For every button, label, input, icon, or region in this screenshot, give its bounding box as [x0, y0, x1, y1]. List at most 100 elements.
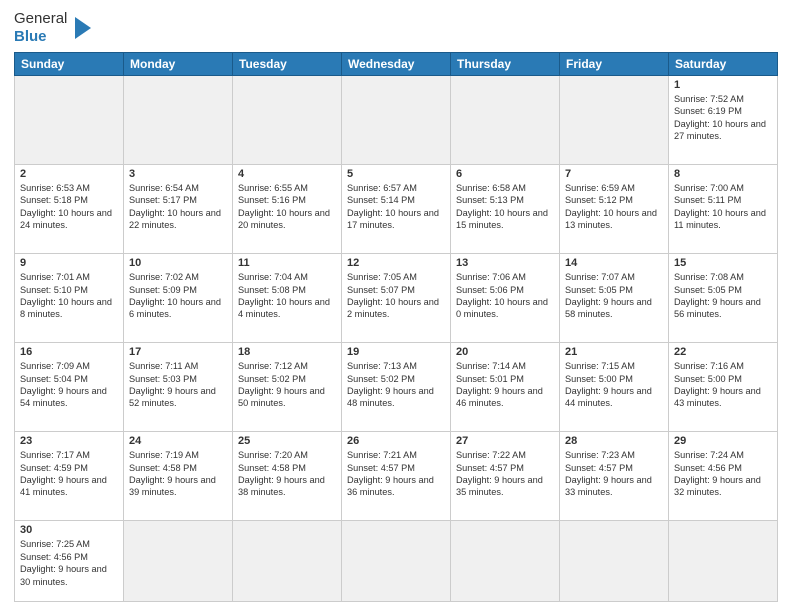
day-number: 10 [129, 257, 227, 269]
day-number: 11 [238, 257, 336, 269]
weekday-header-cell: Wednesday [342, 53, 451, 76]
calendar-cell: 3Sunrise: 6:54 AM Sunset: 5:17 PM Daylig… [124, 165, 233, 254]
calendar-cell: 5 Sunrise: 6:57 AM Sunset: 5:14 PM Daylig… [342, 165, 451, 254]
calendar-cell: 21 Sunrise: 7:15 AM Sunset: 5:00 PM Dayli… [560, 343, 669, 432]
day-info: Sunrise: 7:52 AM Sunset: 6:19 PM Dayligh… [674, 93, 772, 143]
weekday-header-cell: Thursday [451, 53, 560, 76]
calendar-cell: 2 Sunrise: 6:53 AM Sunset: 5:18 PM Daylig… [15, 165, 124, 254]
calendar-cell: 17 Sunrise: 7:11 AM Sunset: 5:03 PM Dayli… [124, 343, 233, 432]
calendar-cell: 16Sunrise: 7:09 AM Sunset: 5:04 PM Dayli… [15, 343, 124, 432]
day-info: Sunrise: 7:19 AM Sunset: 4:58 PM Dayligh… [129, 449, 227, 499]
calendar-cell: 27Sunrise: 7:22 AM Sunset: 4:57 PM Dayli… [451, 432, 560, 521]
calendar-cell: 26 Sunrise: 7:21 AM Sunset: 4:57 PM Dayli… [342, 432, 451, 521]
logo-triangle-icon [71, 15, 93, 41]
weekday-header-cell: Tuesday [233, 53, 342, 76]
calendar-cell: 8Sunrise: 7:00 AM Sunset: 5:11 PM Daylig… [669, 165, 778, 254]
day-number: 22 [674, 346, 772, 358]
day-number: 4 [238, 168, 336, 180]
day-number: 25 [238, 435, 336, 447]
day-number: 30 [20, 524, 118, 536]
calendar-cell [451, 521, 560, 602]
day-number: 18 [238, 346, 336, 358]
day-info: Sunrise: 7:21 AM Sunset: 4:57 PM Dayligh… [347, 449, 445, 499]
day-number: 1 [674, 79, 772, 91]
page: General Blue SundayMondayTuesdayWednesda… [0, 0, 792, 612]
day-number: 5 [347, 168, 445, 180]
day-number: 17 [129, 346, 227, 358]
calendar-cell [124, 521, 233, 602]
logo-text: General Blue [14, 10, 67, 46]
calendar-cell [560, 76, 669, 165]
day-number: 26 [347, 435, 445, 447]
day-number: 19 [347, 346, 445, 358]
calendar-cell: 29Sunrise: 7:24 AM Sunset: 4:56 PM Dayli… [669, 432, 778, 521]
calendar-cell: 7 Sunrise: 6:59 AM Sunset: 5:12 PM Daylig… [560, 165, 669, 254]
day-info: Sunrise: 6:53 AM Sunset: 5:18 PM Dayligh… [20, 182, 118, 232]
calendar-cell [560, 521, 669, 602]
day-number: 20 [456, 346, 554, 358]
calendar-cell: 18Sunrise: 7:12 AM Sunset: 5:02 PM Dayli… [233, 343, 342, 432]
day-number: 7 [565, 168, 663, 180]
header: General Blue [14, 10, 778, 46]
day-info: Sunrise: 7:13 AM Sunset: 5:02 PM Dayligh… [347, 360, 445, 410]
day-info: Sunrise: 7:25 AM Sunset: 4:56 PM Dayligh… [20, 538, 118, 588]
weekday-header-cell: Friday [560, 53, 669, 76]
day-number: 6 [456, 168, 554, 180]
day-info: Sunrise: 7:02 AM Sunset: 5:09 PM Dayligh… [129, 271, 227, 321]
calendar-cell: 28Sunrise: 7:23 AM Sunset: 4:57 PM Dayli… [560, 432, 669, 521]
day-info: Sunrise: 6:57 AM Sunset: 5:14 PM Dayligh… [347, 182, 445, 232]
day-number: 24 [129, 435, 227, 447]
day-info: Sunrise: 7:14 AM Sunset: 5:01 PM Dayligh… [456, 360, 554, 410]
day-info: Sunrise: 7:11 AM Sunset: 5:03 PM Dayligh… [129, 360, 227, 410]
calendar-cell [342, 76, 451, 165]
day-info: Sunrise: 7:17 AM Sunset: 4:59 PM Dayligh… [20, 449, 118, 499]
calendar-cell: 13Sunrise: 7:06 AM Sunset: 5:06 PM Dayli… [451, 254, 560, 343]
day-info: Sunrise: 7:15 AM Sunset: 5:00 PM Dayligh… [565, 360, 663, 410]
day-info: Sunrise: 7:23 AM Sunset: 4:57 PM Dayligh… [565, 449, 663, 499]
day-info: Sunrise: 6:58 AM Sunset: 5:13 PM Dayligh… [456, 182, 554, 232]
calendar-week-row: 9 Sunrise: 7:01 AM Sunset: 5:10 PM Daylig… [15, 254, 778, 343]
calendar-cell: 10 Sunrise: 7:02 AM Sunset: 5:09 PM Dayli… [124, 254, 233, 343]
day-number: 2 [20, 168, 118, 180]
day-number: 14 [565, 257, 663, 269]
calendar-body: 1 Sunrise: 7:52 AM Sunset: 6:19 PM Daylig… [15, 76, 778, 602]
weekday-header-cell: Saturday [669, 53, 778, 76]
calendar-week-row: 16Sunrise: 7:09 AM Sunset: 5:04 PM Dayli… [15, 343, 778, 432]
calendar-cell [233, 76, 342, 165]
calendar-cell: 11 Sunrise: 7:04 AM Sunset: 5:08 PM Dayli… [233, 254, 342, 343]
calendar-week-row: 23Sunrise: 7:17 AM Sunset: 4:59 PM Dayli… [15, 432, 778, 521]
day-info: Sunrise: 7:08 AM Sunset: 5:05 PM Dayligh… [674, 271, 772, 321]
calendar-week-row: 1 Sunrise: 7:52 AM Sunset: 6:19 PM Daylig… [15, 76, 778, 165]
day-number: 29 [674, 435, 772, 447]
calendar-cell: 1 Sunrise: 7:52 AM Sunset: 6:19 PM Daylig… [669, 76, 778, 165]
calendar-cell [342, 521, 451, 602]
day-info: Sunrise: 7:04 AM Sunset: 5:08 PM Dayligh… [238, 271, 336, 321]
day-info: Sunrise: 7:20 AM Sunset: 4:58 PM Dayligh… [238, 449, 336, 499]
day-number: 12 [347, 257, 445, 269]
calendar-cell: 19 Sunrise: 7:13 AM Sunset: 5:02 PM Dayli… [342, 343, 451, 432]
day-info: Sunrise: 7:07 AM Sunset: 5:05 PM Dayligh… [565, 271, 663, 321]
day-info: Sunrise: 6:59 AM Sunset: 5:12 PM Dayligh… [565, 182, 663, 232]
day-info: Sunrise: 7:01 AM Sunset: 5:10 PM Dayligh… [20, 271, 118, 321]
day-info: Sunrise: 7:16 AM Sunset: 5:00 PM Dayligh… [674, 360, 772, 410]
calendar-cell: 12Sunrise: 7:05 AM Sunset: 5:07 PM Dayli… [342, 254, 451, 343]
calendar-week-row: 30 Sunrise: 7:25 AM Sunset: 4:56 PM Dayli… [15, 521, 778, 602]
day-number: 13 [456, 257, 554, 269]
day-number: 3 [129, 168, 227, 180]
calendar-cell: 23Sunrise: 7:17 AM Sunset: 4:59 PM Dayli… [15, 432, 124, 521]
weekday-header-row: SundayMondayTuesdayWednesdayThursdayFrid… [15, 53, 778, 76]
calendar-cell: 22 Sunrise: 7:16 AM Sunset: 5:00 PM Dayli… [669, 343, 778, 432]
calendar-cell: 9 Sunrise: 7:01 AM Sunset: 5:10 PM Daylig… [15, 254, 124, 343]
calendar-cell [124, 76, 233, 165]
day-number: 9 [20, 257, 118, 269]
calendar-week-row: 2 Sunrise: 6:53 AM Sunset: 5:18 PM Daylig… [15, 165, 778, 254]
logo: General Blue [14, 10, 93, 46]
day-info: Sunrise: 6:55 AM Sunset: 5:16 PM Dayligh… [238, 182, 336, 232]
calendar-cell: 15Sunrise: 7:08 AM Sunset: 5:05 PM Dayli… [669, 254, 778, 343]
day-number: 21 [565, 346, 663, 358]
weekday-header-cell: Sunday [15, 53, 124, 76]
calendar-table: SundayMondayTuesdayWednesdayThursdayFrid… [14, 52, 778, 602]
calendar-cell: 6 Sunrise: 6:58 AM Sunset: 5:13 PM Daylig… [451, 165, 560, 254]
calendar-cell [669, 521, 778, 602]
weekday-header-cell: Monday [124, 53, 233, 76]
